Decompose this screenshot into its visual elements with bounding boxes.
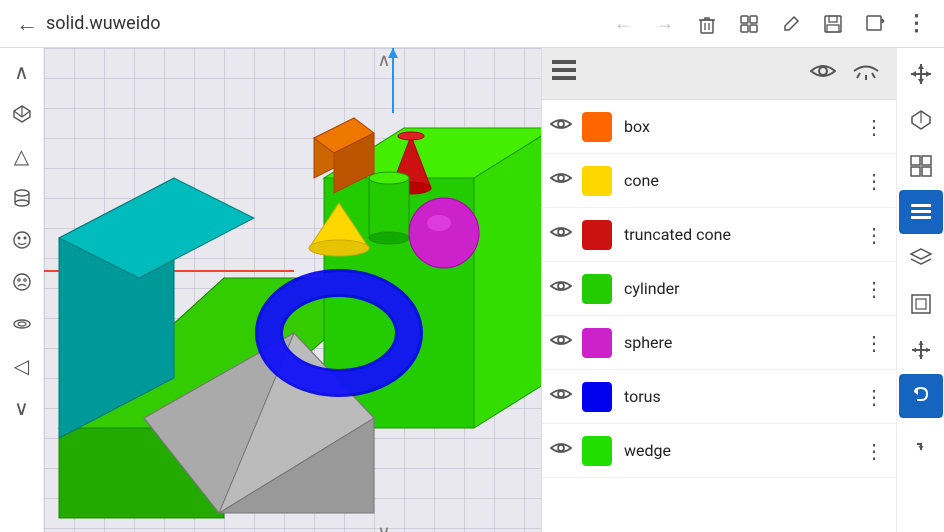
cone-tool-icon[interactable]: △ bbox=[2, 136, 42, 176]
cube-tool-icon[interactable] bbox=[2, 94, 42, 134]
wedge-tool-icon[interactable]: ◁ bbox=[2, 346, 42, 386]
visibility-eye-icon[interactable] bbox=[550, 332, 572, 353]
visibility-eye-icon[interactable] bbox=[550, 278, 572, 299]
settings-tool-icon[interactable] bbox=[2, 262, 42, 302]
object-more-button[interactable]: ⋮ bbox=[860, 169, 888, 193]
canvas-area[interactable]: ∧ ∨ bbox=[44, 48, 541, 532]
svg-text:∨: ∨ bbox=[377, 522, 390, 532]
panel-eye-open-icon[interactable] bbox=[810, 61, 836, 87]
object-name-label: torus bbox=[624, 387, 860, 406]
svg-text:∧: ∧ bbox=[377, 50, 390, 71]
edit-button[interactable] bbox=[772, 5, 810, 43]
object-more-button[interactable]: ⋮ bbox=[860, 115, 888, 139]
object-name-label: cylinder bbox=[624, 279, 860, 298]
object-name-label: cone bbox=[624, 171, 860, 190]
color-swatch bbox=[582, 112, 612, 142]
color-swatch bbox=[582, 220, 612, 250]
left-sidebar: ∧ △ ◁ ∨ bbox=[0, 48, 44, 532]
grid-icon[interactable] bbox=[899, 144, 943, 188]
shapes-svg: ∧ ∨ bbox=[44, 48, 541, 532]
move-up-icon[interactable]: ∧ bbox=[2, 52, 42, 92]
toolbar-icons: ← → ⋮ bbox=[604, 5, 936, 43]
undo-icon[interactable] bbox=[899, 374, 943, 418]
right-sidebar bbox=[896, 48, 944, 532]
object-name-label: wedge bbox=[624, 441, 860, 460]
color-swatch bbox=[582, 436, 612, 466]
frame-icon[interactable] bbox=[899, 282, 943, 326]
redo-button[interactable]: → bbox=[646, 5, 684, 43]
file-title: solid.wuweido bbox=[46, 13, 604, 34]
object-name-label: truncated cone bbox=[624, 225, 860, 244]
back-button[interactable]: ← bbox=[8, 7, 46, 41]
main-area: ∧ △ ◁ ∨ bbox=[0, 48, 944, 532]
right-panel: box⋮cone⋮truncated cone⋮cylinder⋮sphere⋮… bbox=[541, 48, 896, 532]
list-item: sphere⋮ bbox=[542, 316, 896, 370]
visibility-eye-icon[interactable] bbox=[550, 170, 572, 191]
object-name-label: box bbox=[624, 117, 860, 136]
list-item: cone⋮ bbox=[542, 154, 896, 208]
visibility-eye-icon[interactable] bbox=[550, 224, 572, 245]
object-list: box⋮cone⋮truncated cone⋮cylinder⋮sphere⋮… bbox=[542, 100, 896, 532]
object-name-label: sphere bbox=[624, 333, 860, 352]
object-more-button[interactable]: ⋮ bbox=[860, 277, 888, 301]
group-button[interactable] bbox=[730, 5, 768, 43]
object-more-button[interactable]: ⋮ bbox=[860, 331, 888, 355]
transform-icon[interactable] bbox=[899, 52, 943, 96]
list-item: box⋮ bbox=[542, 100, 896, 154]
panel-list-icon bbox=[550, 56, 578, 91]
more-menu-button[interactable]: ⋮ bbox=[898, 5, 936, 43]
save-button[interactable] bbox=[814, 5, 852, 43]
undo-button[interactable]: ← bbox=[604, 5, 642, 43]
scroll-down-icon[interactable]: ∨ bbox=[2, 388, 42, 428]
object-more-button[interactable]: ⋮ bbox=[860, 439, 888, 463]
layers-icon[interactable] bbox=[899, 236, 943, 280]
save-as-button[interactable] bbox=[856, 5, 894, 43]
list-item: torus⋮ bbox=[542, 370, 896, 424]
list-panel-icon[interactable] bbox=[899, 190, 943, 234]
visibility-eye-icon[interactable] bbox=[550, 116, 572, 137]
delete-button[interactable] bbox=[688, 5, 726, 43]
move-icon[interactable] bbox=[899, 328, 943, 372]
redo-icon[interactable] bbox=[899, 420, 943, 464]
topbar: ← solid.wuweido ← → ⋮ bbox=[0, 0, 944, 48]
face-tool-icon[interactable] bbox=[2, 220, 42, 260]
list-item: truncated cone⋮ bbox=[542, 208, 896, 262]
cylinder-tool-icon[interactable] bbox=[2, 178, 42, 218]
torus-tool-icon[interactable] bbox=[2, 304, 42, 344]
color-swatch bbox=[582, 382, 612, 412]
visibility-eye-icon[interactable] bbox=[550, 386, 572, 407]
color-swatch bbox=[582, 274, 612, 304]
object-more-button[interactable]: ⋮ bbox=[860, 223, 888, 247]
object-more-button[interactable]: ⋮ bbox=[860, 385, 888, 409]
list-item: cylinder⋮ bbox=[542, 262, 896, 316]
panel-eye-closed-icon[interactable] bbox=[852, 60, 880, 88]
panel-header bbox=[542, 48, 896, 100]
wireframe-icon[interactable] bbox=[899, 98, 943, 142]
list-item: wedge⋮ bbox=[542, 424, 896, 478]
color-swatch bbox=[582, 166, 612, 196]
color-swatch bbox=[582, 328, 612, 358]
visibility-eye-icon[interactable] bbox=[550, 440, 572, 461]
